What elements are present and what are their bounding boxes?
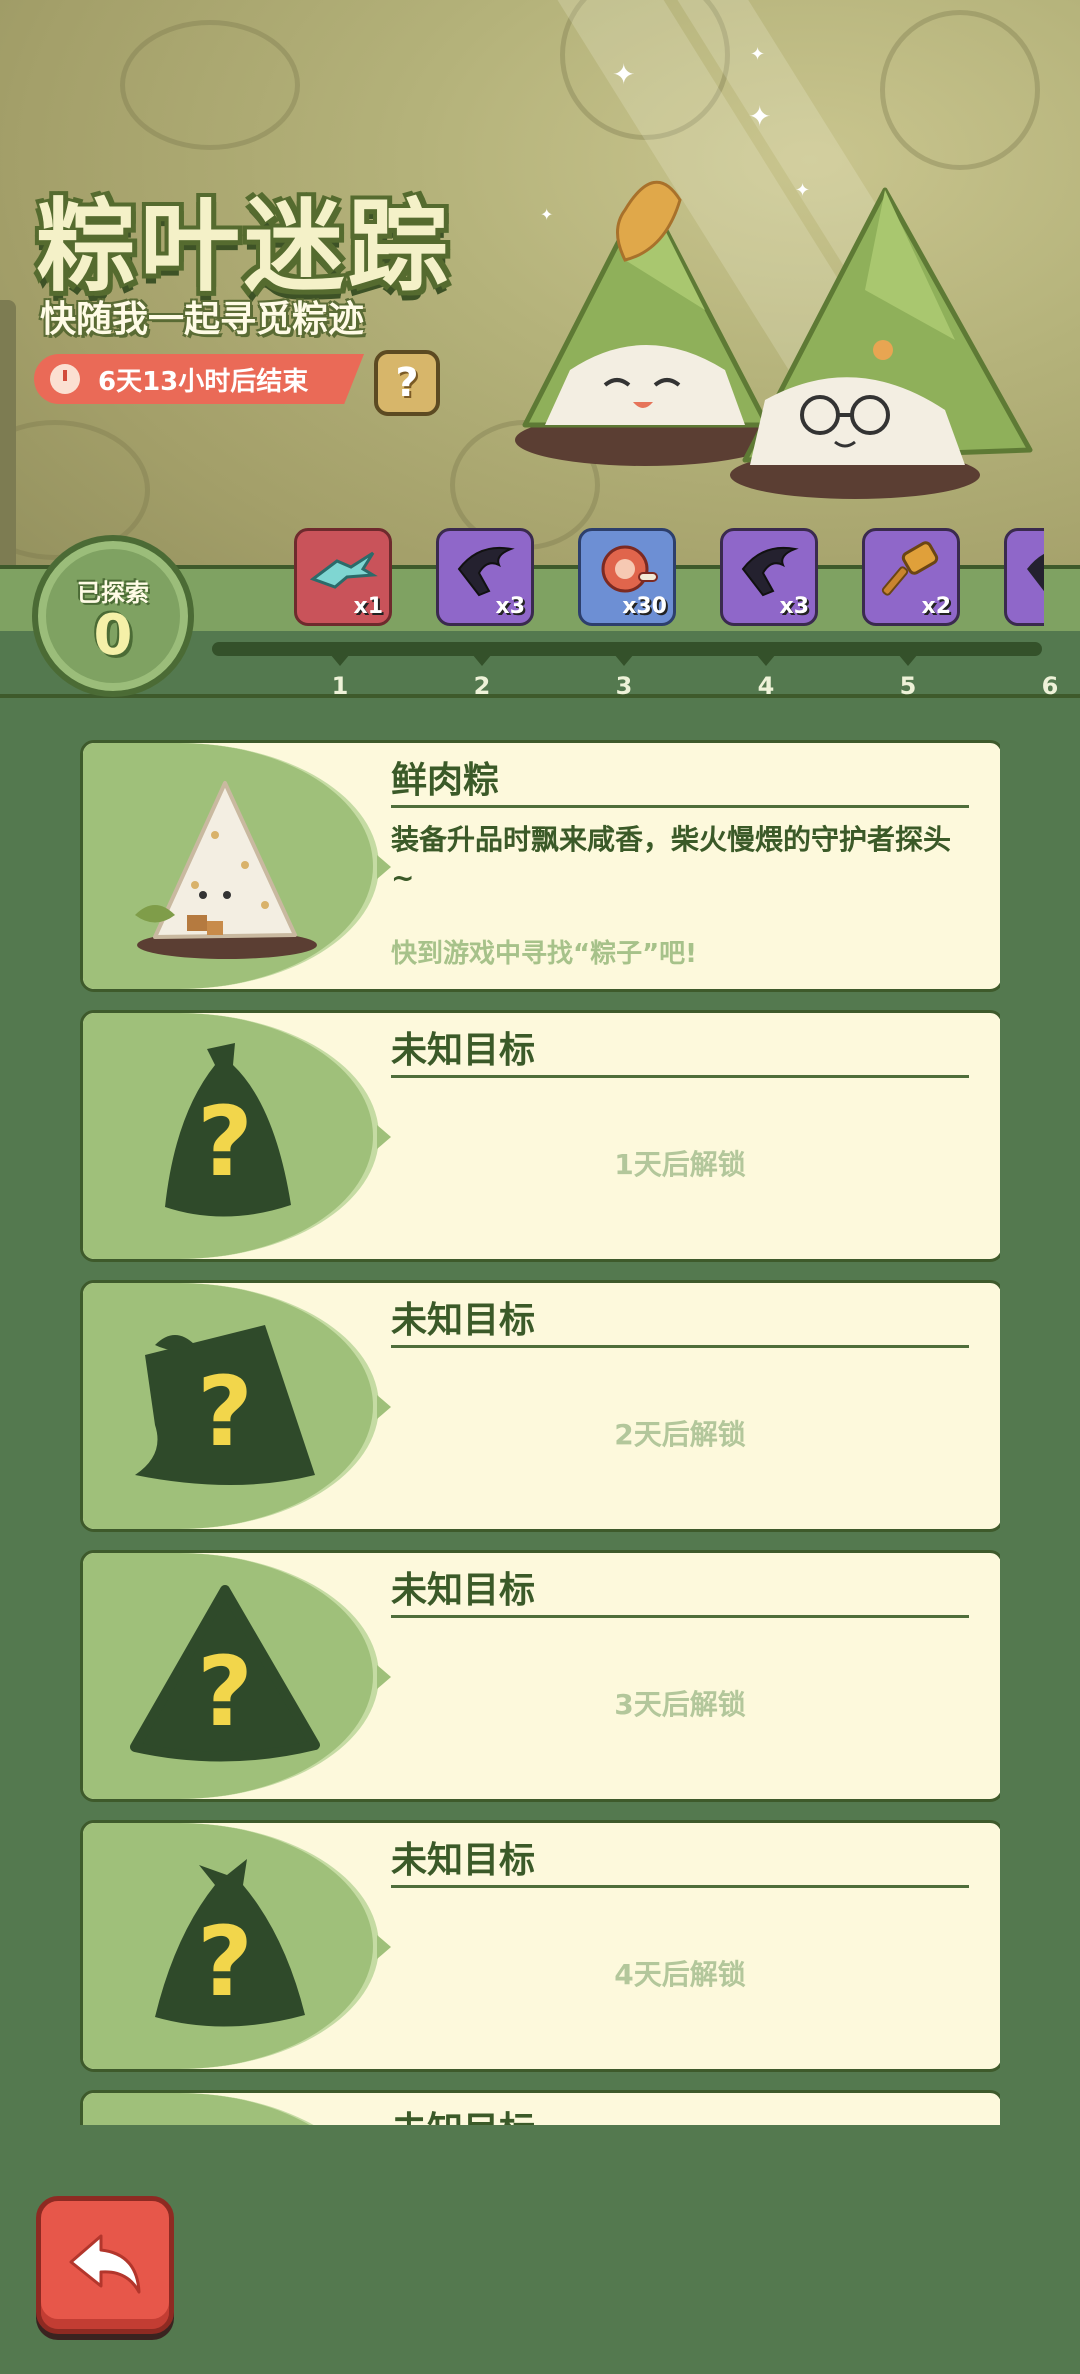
sparkle-icon: ✦ — [748, 100, 772, 133]
hammer-icon — [881, 541, 939, 596]
unlock-countdown: 4天后解锁 — [614, 1958, 746, 1991]
progress-step-number: 3 — [615, 672, 633, 700]
background-doodle — [120, 20, 300, 150]
progress-tick — [614, 654, 634, 666]
svg-text:?: ? — [197, 1356, 253, 1468]
reward-item-3[interactable]: x30 — [578, 528, 676, 626]
progress-step-number: 1 — [331, 672, 349, 700]
target-card-unknown-3[interactable]: ? 未知目标 3天后解锁 — [80, 1550, 1000, 1802]
card-title: 未知目标 — [391, 1840, 536, 1881]
back-button[interactable] — [36, 2196, 174, 2334]
event-timer-badge: 6天13小时后结束 — [34, 354, 364, 404]
reward-item-6[interactable] — [1004, 528, 1044, 626]
zongzi-mascot-with-glasses-illustration — [730, 187, 1033, 499]
card-image-panel — [83, 2093, 379, 2125]
svg-text:?: ? — [197, 1906, 253, 2018]
progress-tick — [472, 654, 492, 666]
explored-count: 0 — [93, 602, 133, 668]
reward-quantity: x2 — [921, 594, 952, 619]
back-arrow-icon — [69, 2234, 141, 2294]
card-divider — [391, 805, 969, 808]
card-divider — [391, 1345, 969, 1348]
event-subtitle: 快随我一起寻觅粽迹 — [40, 299, 365, 340]
svg-text:?: ? — [197, 1086, 253, 1198]
progress-tick — [330, 654, 350, 666]
background-doodle — [880, 10, 1040, 170]
card-title: 未知目标 — [391, 2101, 535, 2125]
progress-step-number: 5 — [899, 672, 917, 700]
target-card-unknown-5[interactable]: 未知目标 — [80, 2090, 1000, 2125]
card-title: 鲜肉粽 — [391, 760, 500, 801]
reward-item-4[interactable]: x3 — [720, 528, 818, 626]
unlock-countdown: 2天后解锁 — [614, 1418, 746, 1451]
target-card-unknown-4[interactable]: ? 未知目标 4天后解锁 — [80, 1820, 1000, 2072]
card-title: 未知目标 — [391, 1300, 536, 1341]
progress-step-number: 6 — [1041, 672, 1059, 700]
unlock-countdown: 1天后解锁 — [614, 1148, 746, 1181]
progress-tick — [898, 654, 918, 666]
sparkle-icon: ✦ — [750, 44, 766, 65]
reward-item-1[interactable]: x1 — [294, 528, 392, 626]
target-card-meat-zongzi[interactable]: 鲜肉粽 装备升品时飘来咸香，柴火慢煨的守护者探头~ 快到游戏中寻找“粽子”吧! — [80, 740, 1000, 992]
reward-item-2[interactable]: x3 — [436, 528, 534, 626]
mystery-zongzi-silhouette-icon: ? — [135, 1325, 315, 1485]
card-divider — [391, 1615, 969, 1618]
target-card-unknown-2[interactable]: ? 未知目标 2天后解锁 — [80, 1280, 1000, 1532]
progress-step-number: 4 — [757, 672, 775, 700]
target-card-unknown-1[interactable]: ? 未知目标 1天后解锁 — [80, 1010, 1000, 1262]
explored-count-badge: 已探索 0 — [32, 535, 194, 697]
clock-icon — [50, 364, 80, 394]
ham-meat-icon — [601, 545, 658, 593]
card-divider — [391, 1885, 969, 1888]
progress-step-6-clip: 6 — [1038, 672, 1080, 702]
event-title: 粽叶迷踪 — [36, 188, 452, 305]
meat-zongzi-icon — [135, 781, 317, 959]
reward-quantity: x3 — [779, 594, 810, 619]
progress-tick — [756, 654, 776, 666]
reward-quantity: x30 — [622, 594, 667, 619]
card-hint: 快到游戏中寻找“粽子”吧! — [391, 939, 698, 969]
mystery-zongzi-silhouette-icon: ? — [130, 1585, 320, 1762]
question-mark-icon: ? — [395, 360, 419, 406]
svg-text:?: ? — [197, 1636, 253, 1748]
card-title: 未知目标 — [391, 1570, 536, 1611]
reward-item-5[interactable]: x2 — [862, 528, 960, 626]
progress-step-number: 2 — [473, 672, 491, 700]
mystery-zongzi-silhouette-icon: ? — [155, 1859, 305, 2027]
reward-quantity: x1 — [353, 594, 384, 619]
unlock-countdown: 3天后解锁 — [614, 1688, 746, 1721]
dark-claw-item-icon — [1027, 553, 1044, 592]
reward-item-6-clip — [1000, 520, 1044, 630]
card-description: 装备升品时飘来咸香，柴火慢煨的守护者探头~ — [391, 823, 952, 894]
timer-text: 6天13小时后结束 — [98, 366, 309, 397]
card-title: 未知目标 — [391, 1030, 536, 1071]
teal-dragon-item-icon — [309, 551, 378, 589]
help-button[interactable]: ? — [374, 350, 440, 416]
card-divider — [391, 1075, 969, 1078]
sparkle-icon: ✦ — [612, 58, 636, 91]
target-card-list[interactable]: 鲜肉粽 装备升品时飘来咸香，柴火慢煨的守护者探头~ 快到游戏中寻找“粽子”吧! … — [80, 740, 1000, 2125]
mystery-zongzi-silhouette-icon: ? — [165, 1043, 291, 1217]
dark-claw-item-icon — [741, 547, 799, 597]
dark-claw-item-icon — [457, 547, 515, 597]
reward-quantity: x3 — [495, 594, 526, 619]
